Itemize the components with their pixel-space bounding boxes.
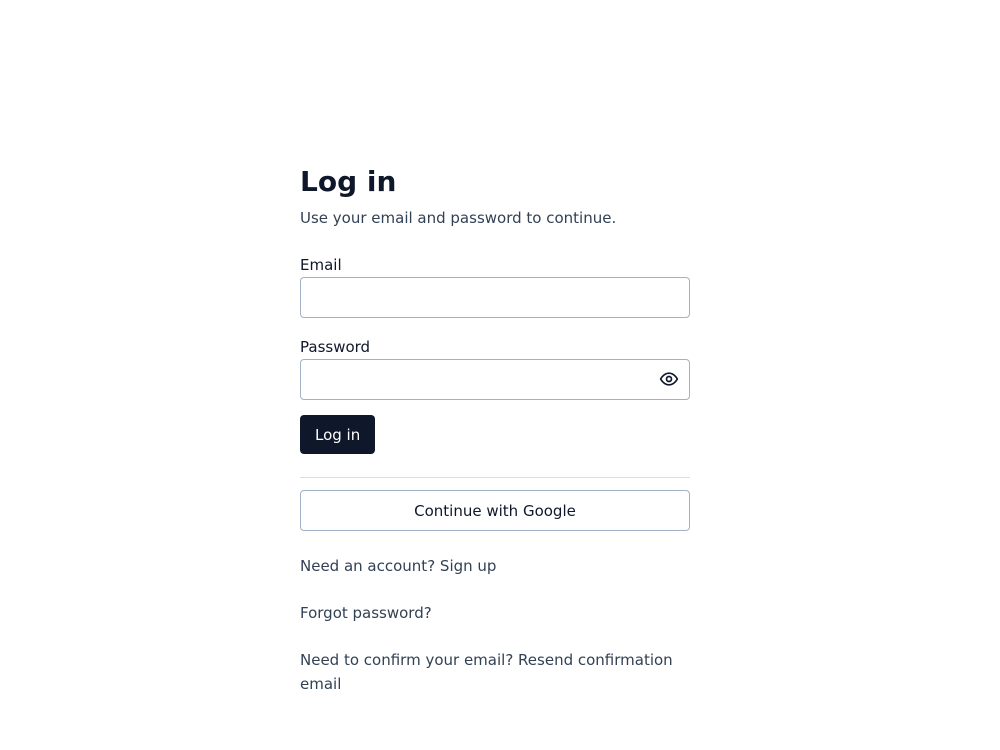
divider [300, 477, 690, 478]
forgot-password-link[interactable]: Forgot password? [300, 601, 690, 625]
page-subtitle: Use your email and password to continue. [300, 209, 617, 227]
password-field[interactable] [300, 359, 690, 400]
password-field-wrapper [300, 359, 690, 400]
resend-confirmation-link[interactable]: Need to confirm your email? Resend confi… [300, 648, 680, 696]
show-password-button[interactable] [658, 369, 680, 391]
password-label: Password [300, 338, 371, 356]
signup-link[interactable]: Need an account? Sign up [300, 554, 690, 578]
page-title: Log in [300, 165, 397, 198]
login-form: Log in Use your email and password to co… [300, 164, 690, 696]
email-field[interactable] [300, 277, 690, 318]
continue-with-google-button[interactable]: Continue with Google [300, 490, 690, 531]
eye-icon [659, 369, 679, 392]
login-page: Log in Use your email and password to co… [0, 0, 1000, 750]
email-field-wrapper [300, 277, 690, 318]
login-button[interactable]: Log in [300, 415, 376, 454]
email-label: Email [300, 256, 342, 274]
